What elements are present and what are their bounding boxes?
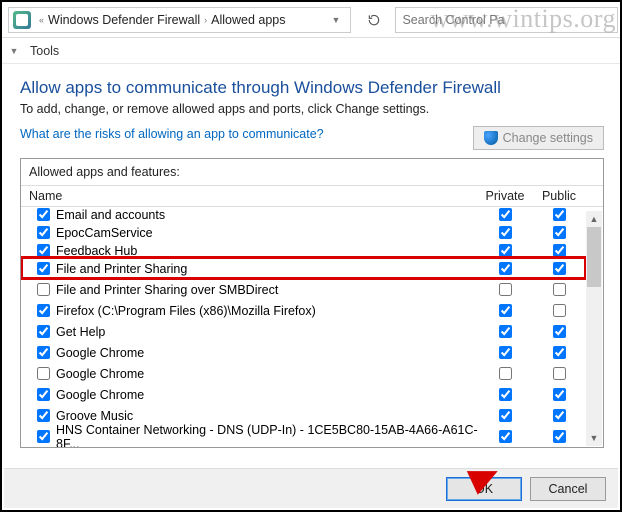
scroll-up-icon[interactable]: ▲ <box>586 211 602 227</box>
private-checkbox[interactable] <box>499 409 512 422</box>
public-checkbox[interactable] <box>553 367 566 380</box>
scroll-thumb[interactable] <box>587 227 601 287</box>
app-name: Firefox (C:\Program Files (x86)\Mozilla … <box>56 304 316 318</box>
app-enable-checkbox[interactable] <box>37 262 50 275</box>
table-row[interactable]: File and Printer Sharing <box>21 258 603 279</box>
risks-link[interactable]: What are the risks of allowing an app to… <box>20 127 473 141</box>
ok-button[interactable]: OK <box>446 477 522 501</box>
change-settings-label: Change settings <box>503 131 593 145</box>
table-row[interactable]: Email and accounts <box>21 207 603 222</box>
control-panel-icon <box>13 11 31 29</box>
app-name: Groove Music <box>56 409 133 423</box>
public-checkbox[interactable] <box>553 409 566 422</box>
table-row[interactable]: Get Help <box>21 321 603 342</box>
table-row[interactable]: EpocCamService <box>21 222 603 243</box>
private-checkbox[interactable] <box>499 244 512 257</box>
private-checkbox[interactable] <box>499 325 512 338</box>
list-body: Email and accounts EpocCamService Feedback… <box>21 207 603 447</box>
content-area: Allow apps to communicate through Window… <box>2 64 620 448</box>
table-row[interactable]: Google Chrome <box>21 342 603 363</box>
private-checkbox[interactable] <box>499 367 512 380</box>
public-checkbox[interactable] <box>553 430 566 443</box>
private-checkbox[interactable] <box>499 430 512 443</box>
public-checkbox[interactable] <box>553 346 566 359</box>
page-subtitle: To add, change, or remove allowed apps a… <box>20 102 604 116</box>
app-name: File and Printer Sharing over SMBDirect <box>56 283 278 297</box>
list-header: Name Private Public <box>21 185 603 207</box>
address-bar: « Windows Defender Firewall › Allowed ap… <box>2 2 620 38</box>
app-enable-checkbox[interactable] <box>37 283 50 296</box>
app-name: Google Chrome <box>56 388 144 402</box>
col-name[interactable]: Name <box>21 189 478 203</box>
tools-menu[interactable]: Tools <box>22 44 67 58</box>
refresh-button[interactable] <box>359 7 389 33</box>
breadcrumb-parent[interactable]: Windows Defender Firewall <box>48 13 200 27</box>
app-enable-checkbox[interactable] <box>37 367 50 380</box>
app-name: File and Printer Sharing <box>56 262 187 276</box>
app-enable-checkbox[interactable] <box>37 409 50 422</box>
private-checkbox[interactable] <box>499 346 512 359</box>
private-checkbox[interactable] <box>499 226 512 239</box>
refresh-icon <box>367 13 381 27</box>
app-enable-checkbox[interactable] <box>37 244 50 257</box>
public-checkbox[interactable] <box>553 244 566 257</box>
file-menu-dropdown-icon[interactable]: ▼ <box>6 46 22 56</box>
private-checkbox[interactable] <box>499 283 512 296</box>
footer: OK Cancel <box>4 468 618 508</box>
vertical-scrollbar[interactable]: ▲ ▼ <box>586 211 602 446</box>
public-checkbox[interactable] <box>553 262 566 275</box>
chevron-right-icon: › <box>200 15 211 25</box>
table-row[interactable]: Feedback Hub <box>21 243 603 258</box>
app-name: Google Chrome <box>56 367 144 381</box>
public-checkbox[interactable] <box>553 226 566 239</box>
private-checkbox[interactable] <box>499 262 512 275</box>
col-public[interactable]: Public <box>532 189 586 203</box>
app-name: Get Help <box>56 325 105 339</box>
chevron-left-icon[interactable]: « <box>35 15 48 25</box>
cancel-button[interactable]: Cancel <box>530 477 606 501</box>
app-enable-checkbox[interactable] <box>37 208 50 221</box>
private-checkbox[interactable] <box>499 208 512 221</box>
app-name: Google Chrome <box>56 346 144 360</box>
breadcrumb[interactable]: « Windows Defender Firewall › Allowed ap… <box>8 7 351 33</box>
table-row[interactable]: Google Chrome <box>21 384 603 405</box>
private-checkbox[interactable] <box>499 388 512 401</box>
app-name: HNS Container Networking - DNS (UDP-In) … <box>56 423 478 448</box>
breadcrumb-dropdown-icon[interactable]: ▼ <box>326 15 347 25</box>
public-checkbox[interactable] <box>553 325 566 338</box>
list-label: Allowed apps and features: <box>21 159 603 185</box>
search-box[interactable] <box>395 7 618 33</box>
search-input[interactable] <box>396 13 617 27</box>
breadcrumb-current[interactable]: Allowed apps <box>211 13 285 27</box>
public-checkbox[interactable] <box>553 283 566 296</box>
table-row[interactable]: Firefox (C:\Program Files (x86)\Mozilla … <box>21 300 603 321</box>
public-checkbox[interactable] <box>553 208 566 221</box>
table-row[interactable]: File and Printer Sharing over SMBDirect <box>21 279 603 300</box>
app-enable-checkbox[interactable] <box>37 430 50 443</box>
app-enable-checkbox[interactable] <box>37 226 50 239</box>
private-checkbox[interactable] <box>499 304 512 317</box>
app-enable-checkbox[interactable] <box>37 388 50 401</box>
table-row[interactable]: HNS Container Networking - DNS (UDP-In) … <box>21 426 603 447</box>
app-enable-checkbox[interactable] <box>37 346 50 359</box>
app-name: Feedback Hub <box>56 244 137 258</box>
app-name: EpocCamService <box>56 226 153 240</box>
app-name: Email and accounts <box>56 208 165 222</box>
menu-bar: ▼ Tools <box>2 38 620 64</box>
public-checkbox[interactable] <box>553 304 566 317</box>
table-row[interactable]: Google Chrome <box>21 363 603 384</box>
allowed-apps-list: Allowed apps and features: Name Private … <box>20 158 604 448</box>
app-enable-checkbox[interactable] <box>37 304 50 317</box>
scroll-down-icon[interactable]: ▼ <box>586 430 602 446</box>
col-private[interactable]: Private <box>478 189 532 203</box>
page-title: Allow apps to communicate through Window… <box>20 78 604 98</box>
shield-icon <box>484 131 498 145</box>
change-settings-button[interactable]: Change settings <box>473 126 604 150</box>
app-enable-checkbox[interactable] <box>37 325 50 338</box>
public-checkbox[interactable] <box>553 388 566 401</box>
